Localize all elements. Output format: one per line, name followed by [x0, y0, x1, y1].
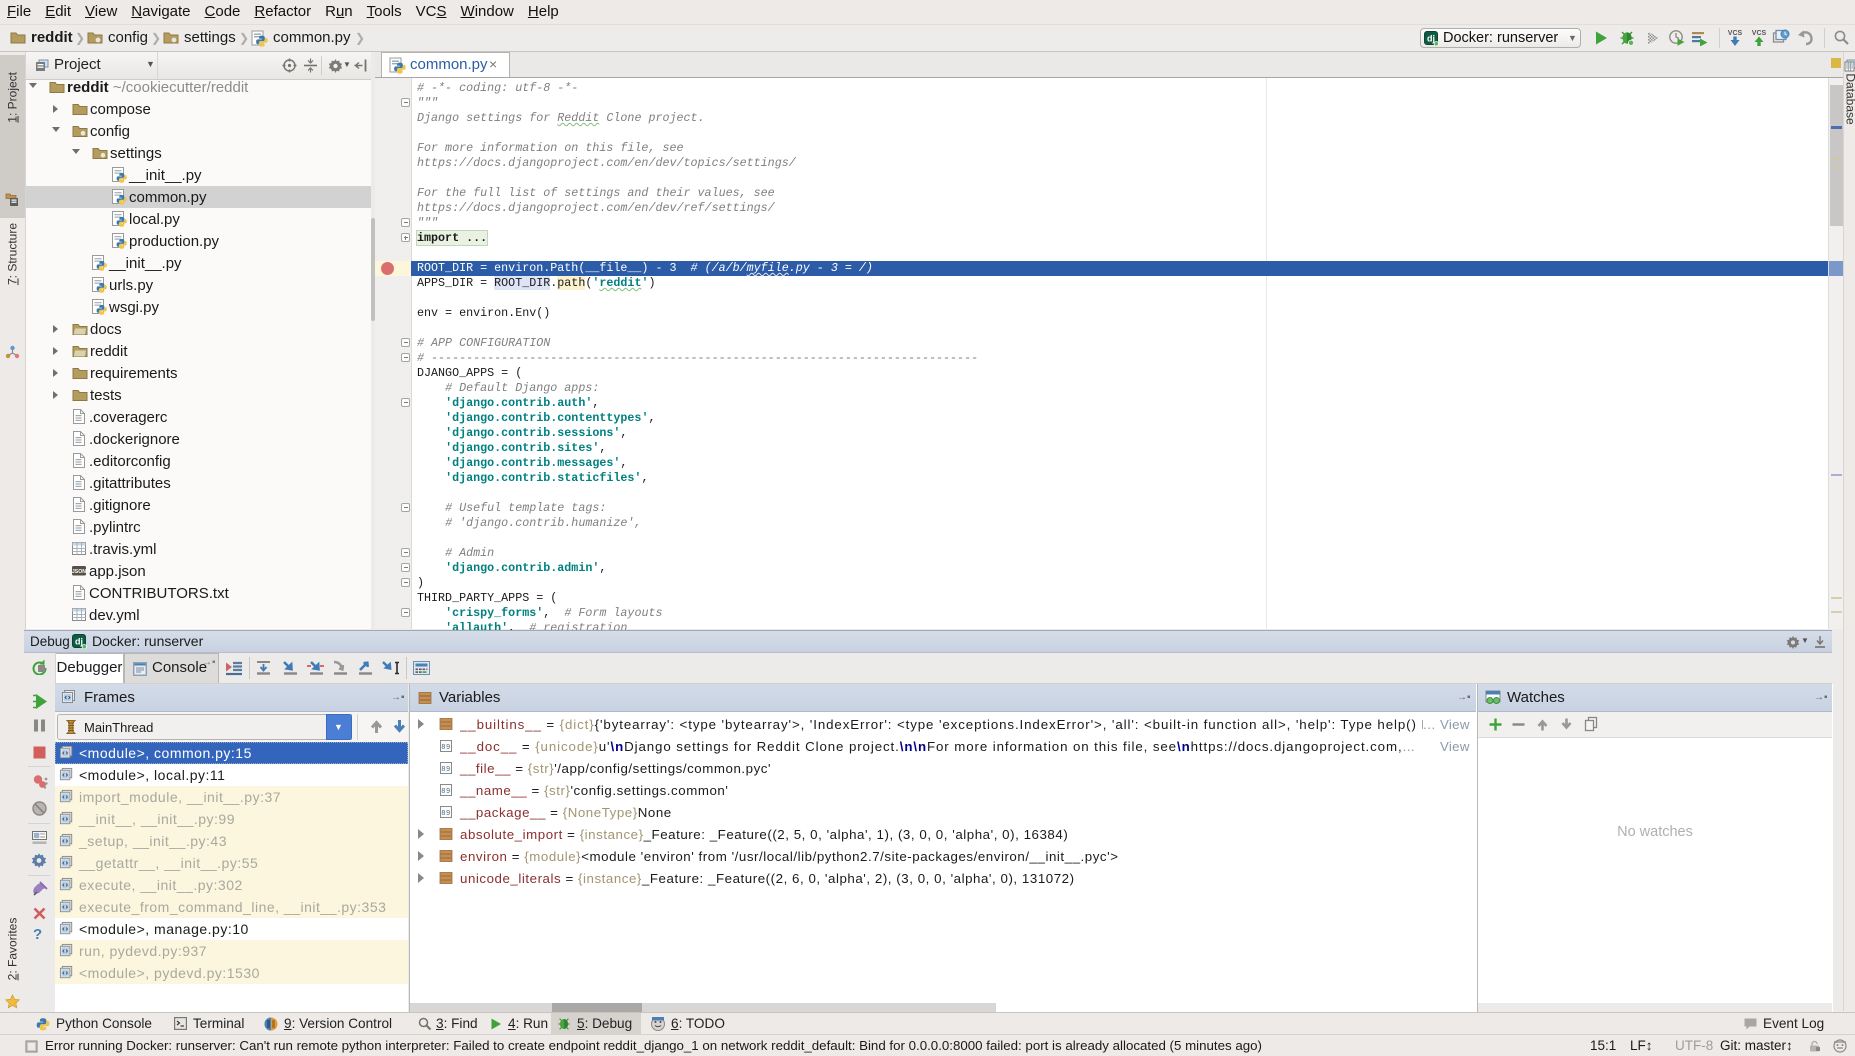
svg-text:dj: dj [75, 637, 83, 647]
svg-text:VCS: VCS [1752, 30, 1767, 37]
svg-text:dj: dj [1427, 34, 1435, 44]
svg-text:VCS: VCS [1728, 30, 1743, 37]
